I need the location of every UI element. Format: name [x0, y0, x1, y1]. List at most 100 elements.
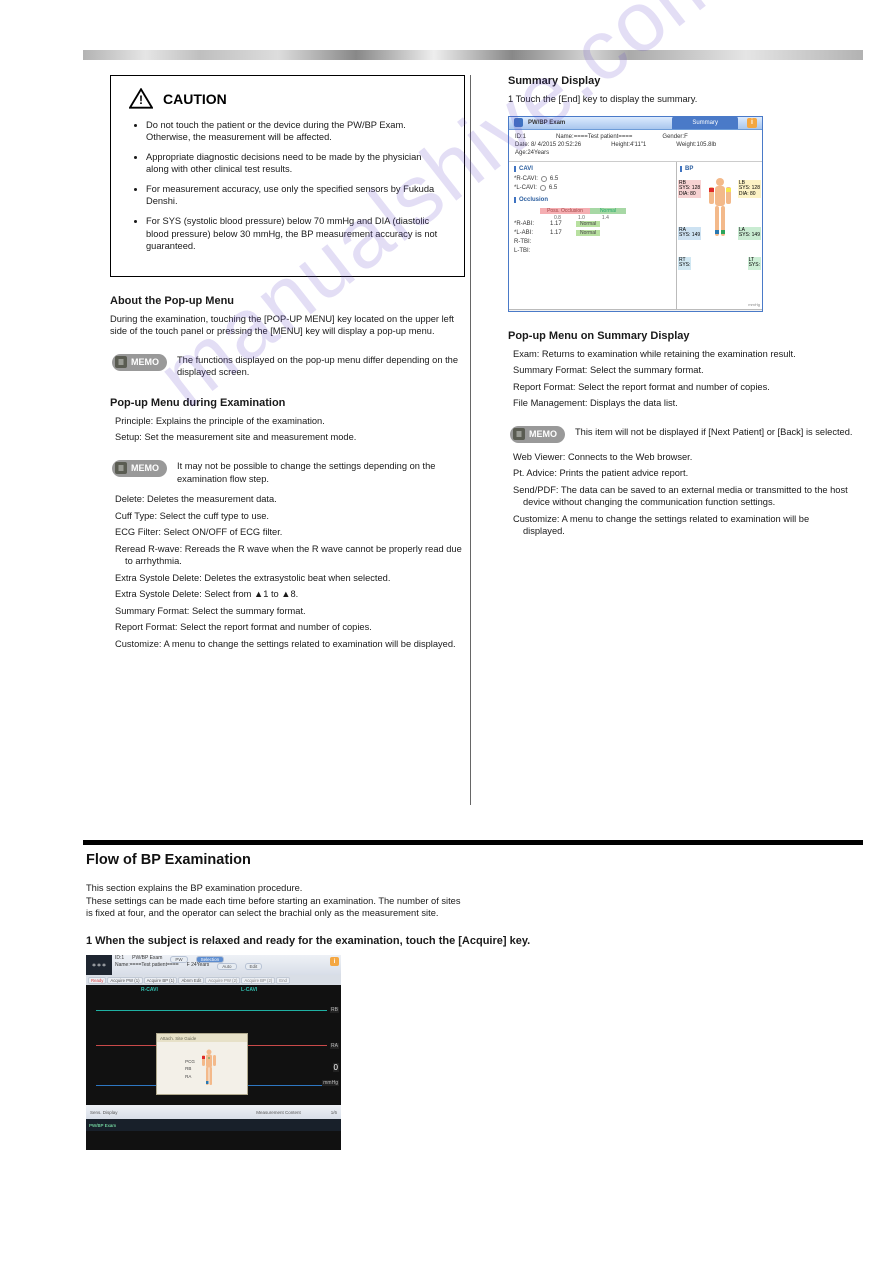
info-icon[interactable]: i	[747, 118, 757, 128]
summary-tab[interactable]: Summary	[672, 116, 738, 129]
item-filter: ECG Filter: Select ON/OFF of ECG filter.	[110, 526, 465, 539]
status-bar: PW/BP Exam	[86, 1119, 341, 1131]
step-pw2[interactable]: Acquire PW (2)	[205, 977, 240, 984]
memo-label: MEMO	[131, 357, 159, 367]
pi-id: ID:1	[515, 133, 526, 141]
caution-body: Do not touch the patient or the device d…	[129, 119, 446, 252]
caution-item: Appropriate diagnostic decisions need to…	[146, 151, 446, 175]
bp-rt: RTSYS:	[678, 257, 691, 270]
normal-range: Normal	[590, 208, 626, 214]
page-indicator: 1/6	[331, 1110, 337, 1115]
item-repfmt: Report Format: Select the report format …	[508, 381, 853, 394]
lcavi-label: L-CAVI	[241, 987, 257, 993]
poss-occlusion: Poss. Occlusion	[540, 208, 590, 214]
pi-height: Height:4'11"1	[611, 141, 646, 149]
labi-row: *L-ABI:1.17Normal	[514, 230, 671, 236]
exam-logo: ＊＊＊	[86, 955, 112, 975]
pi-gender: Gender:F	[662, 133, 687, 141]
bp-ra: RASYS: 149	[678, 227, 701, 240]
exam-step-bar: Ready Acquire PW (1) Acquire BP (1) Abnm…	[86, 975, 341, 985]
mmhg-label: mmHg	[748, 302, 760, 307]
rabi-row: *R-ABI:1.17Normal	[514, 221, 671, 227]
memo-badge: MEMO	[112, 354, 167, 371]
bp-label: BP	[680, 166, 759, 172]
guide-list: PCG RB RA	[185, 1058, 195, 1081]
waveform-line	[96, 1010, 327, 1011]
section-intro: This section explains the BP examination…	[86, 882, 466, 920]
memo-text: The functions displayed on the pop-up me…	[177, 354, 465, 379]
summary-bottom-bar: Window Selection Save Print Back 1/1	[509, 309, 762, 312]
caution-item: For measurement accuracy, use only the s…	[146, 183, 446, 207]
bp-la: LASYS: 149	[738, 227, 761, 240]
rtbi-row: R-TBI:	[514, 239, 671, 245]
item-extra1: Extra Systole Delete: Deletes the extras…	[110, 572, 465, 585]
sens-display-button[interactable]: Sens. Display	[90, 1110, 118, 1115]
body-figure-icon	[703, 176, 737, 246]
item-delete: Delete: Deletes the measurement data.	[110, 493, 465, 506]
pi-age: Age:24Years	[515, 149, 549, 157]
caution-label: CAUTION	[163, 91, 227, 107]
item-sumfmt: Summary Format: Select the summary forma…	[508, 364, 853, 377]
caution-box: ! CAUTION Do not touch the patient or th…	[110, 75, 465, 277]
bp-lt: LTSYS:	[748, 257, 761, 270]
rb-label: RB	[330, 1007, 339, 1013]
popup-subheading: Pop-up Menu during Examination	[110, 397, 465, 409]
info-icon[interactable]: i	[330, 957, 339, 966]
step-bp2[interactable]: Acquire BP (2)	[241, 977, 275, 984]
step-end[interactable]: End	[276, 977, 290, 984]
memo-label: MEMO	[529, 429, 557, 439]
step-bp1[interactable]: Acquire BP (1)	[144, 977, 178, 984]
occlusion-bar: Poss. Occlusion Normal	[540, 207, 671, 215]
auto-pill[interactable]: Auto	[217, 963, 236, 970]
section-bar	[83, 840, 863, 845]
summary-popup-subheading: Pop-up Menu on Summary Display	[508, 330, 853, 342]
exam-patient-info: ID:1PW/BP ExamPWSelection Name:====Test …	[112, 955, 328, 975]
memo-badge: MEMO	[112, 460, 167, 477]
bp-lb: LBSYS: 128DIA: 80	[738, 180, 761, 199]
lcavi-val: 6.5	[549, 185, 557, 191]
ra-label: RA	[330, 1043, 339, 1049]
section-sub: 1 When the subject is relaxed and ready …	[86, 935, 530, 947]
lcavi-label: *L-CAVI:	[514, 185, 537, 191]
window-titlebar: PW/BP Exam Summary i	[509, 117, 762, 130]
memo-icon	[513, 428, 525, 440]
attach-site-guide: Attach. Site Guide PCG RB RA	[156, 1033, 248, 1095]
item-principle: Principle: Explains the principle of the…	[110, 415, 465, 428]
measurement-content-button[interactable]: Measurement Content	[256, 1110, 301, 1115]
summary-screenshot: PW/BP Exam Summary i ID:1 Name:====Test …	[508, 116, 763, 312]
body-figure-icon	[199, 1048, 219, 1090]
zero-label: 0	[333, 1063, 339, 1072]
pi-weight: Weight:105.8lb	[676, 141, 716, 149]
waveform-area: R-CAVI L-CAVI RB RA 0 mmHg Attach. Site …	[86, 985, 341, 1105]
guide-header: Attach. Site Guide	[157, 1034, 247, 1042]
window-title: PW/BP Exam	[528, 120, 565, 126]
exam-bottom-bar: Sens. Display Measurement Content 1/6	[86, 1105, 341, 1119]
edit-pill[interactable]: Edit	[245, 963, 263, 970]
item-repfmt: Report Format: Select the report format …	[110, 621, 465, 634]
exam-topbar: ＊＊＊ ID:1PW/BP ExamPWSelection Name:====T…	[86, 955, 341, 975]
rcavi-label: *R-CAVI:	[514, 176, 538, 182]
guide-body: PCG RB RA	[157, 1042, 247, 1096]
pi-name: Name:====Test patient====	[556, 133, 632, 141]
memo-icon	[115, 356, 127, 368]
item-custom: Customize: A menu to change the settings…	[508, 513, 853, 538]
bp-rb: RBSYS: 128DIA: 80	[678, 180, 701, 199]
item-send: Send/PDF: The data can be saved to an ex…	[508, 484, 853, 509]
caution-item: Do not touch the patient or the device d…	[146, 119, 446, 143]
exam-screenshot: ＊＊＊ ID:1PW/BP ExamPWSelection Name:====T…	[86, 955, 341, 1150]
memo-text: This item will not be displayed if [Next…	[575, 426, 853, 439]
step-abnm[interactable]: Abnm Edit	[178, 977, 204, 984]
rcavi-label: R-CAVI	[141, 987, 158, 993]
item-exam: Exam: Returns to examination while retai…	[508, 348, 853, 361]
left-column: ! CAUTION Do not touch the patient or th…	[110, 75, 465, 655]
summary-step: 1 Touch the [End] key to display the sum…	[508, 93, 853, 106]
item-webview: Web Viewer: Connects to the Web browser.	[508, 451, 853, 464]
step-ready[interactable]: Ready	[88, 977, 106, 984]
cavi-label: CAVI	[514, 166, 671, 172]
app-icon	[514, 118, 523, 127]
patient-info: ID:1 Name:====Test patient==== Gender:F …	[509, 130, 762, 162]
decorative-gradient-bar	[83, 50, 863, 60]
step-pw1[interactable]: Acquire PW (1)	[107, 977, 142, 984]
section-title: Flow of BP Examination	[86, 852, 251, 868]
item-extra2: Extra Systole Delete: Select from ▲1 to …	[110, 588, 465, 601]
